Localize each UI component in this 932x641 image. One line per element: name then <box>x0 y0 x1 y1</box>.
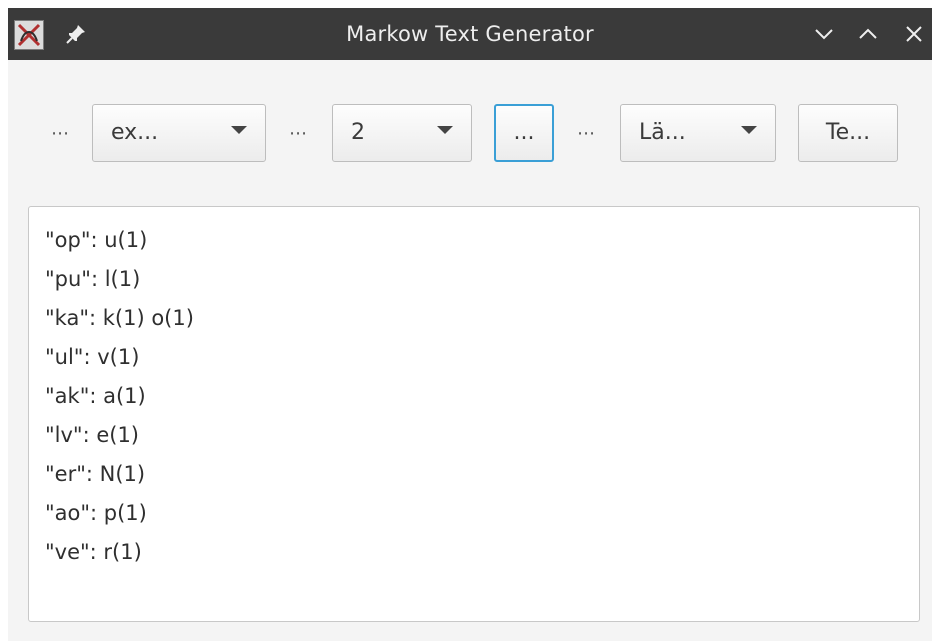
output-line: "ao": p(1) <box>45 501 147 525</box>
length-dropdown-value: Lä... <box>639 120 686 145</box>
chevron-up-icon[interactable] <box>856 22 880 46</box>
output-line: "ul": v(1) <box>45 345 140 369</box>
toolbar-label-2: ⋯ <box>289 123 307 144</box>
text-button[interactable]: Te... <box>798 104 898 162</box>
source-dropdown[interactable]: ex... <box>92 104 266 162</box>
chevron-down-icon[interactable] <box>812 22 836 46</box>
length-dropdown[interactable]: Lä... <box>620 104 776 162</box>
window-title: Markow Text Generator <box>346 22 594 46</box>
browse-button[interactable]: ... <box>494 104 554 162</box>
output-line: "pu": l(1) <box>45 267 141 291</box>
title-bar[interactable]: Markow Text Generator <box>8 8 932 60</box>
dropdown-arrow-icon <box>231 126 247 134</box>
output-line: "ka": k(1) o(1) <box>45 306 194 330</box>
output-line: "ve": r(1) <box>45 540 142 564</box>
output-line: "ak": a(1) <box>45 384 146 408</box>
output-text-area[interactable]: "op": u(1) "pu": l(1) "ka": k(1) o(1) "u… <box>28 206 920 622</box>
output-line: "op": u(1) <box>45 228 148 252</box>
output-line: "lv": e(1) <box>45 423 139 447</box>
toolbar-label-3: ⋯ <box>577 123 595 144</box>
order-dropdown-value: 2 <box>351 120 365 145</box>
close-icon[interactable] <box>902 22 926 46</box>
dropdown-arrow-icon <box>437 126 453 134</box>
source-dropdown-value: ex... <box>111 120 159 145</box>
app-window: Markow Text Generator ⋯ ex... ⋯ 2 ... ⋯ … <box>8 8 932 641</box>
toolbar-label-1: ⋯ <box>51 123 69 144</box>
output-line: "er": N(1) <box>45 462 146 486</box>
dropdown-arrow-icon <box>741 126 757 134</box>
order-dropdown[interactable]: 2 <box>332 104 472 162</box>
